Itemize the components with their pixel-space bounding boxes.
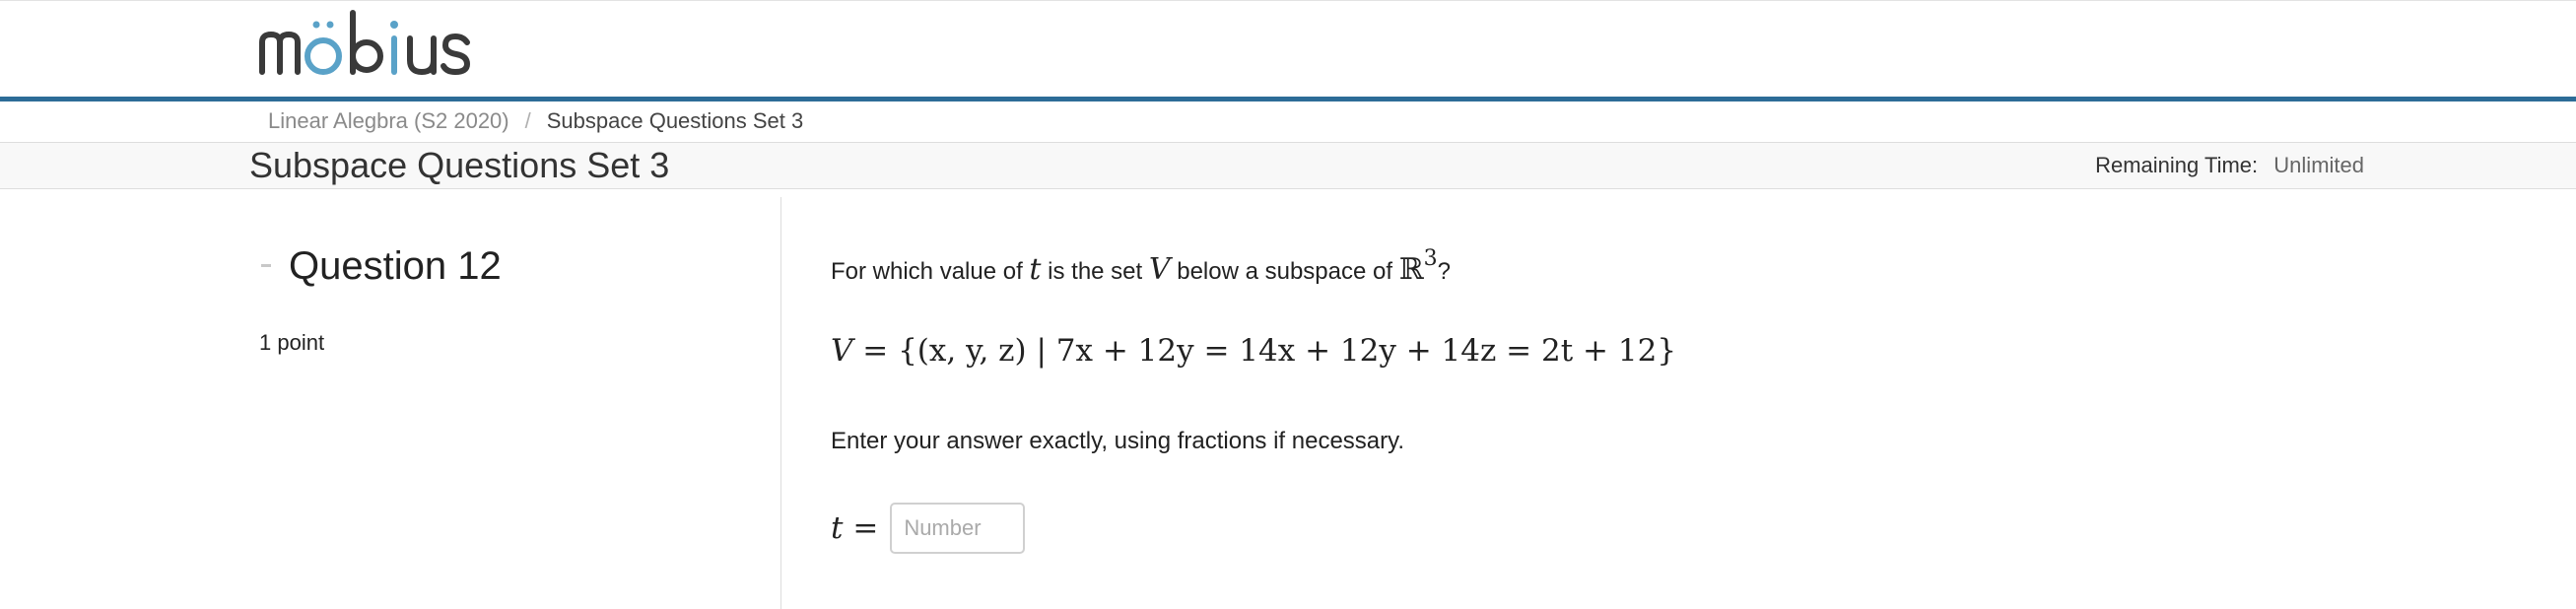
answer-instruction: Enter your answer exactly, using fractio…	[831, 428, 1405, 454]
breadcrumb-separator: /	[524, 108, 531, 133]
mobius-logo[interactable]	[258, 7, 495, 84]
breadcrumb-course-link[interactable]: Linear Alegbra (S2 2020)	[268, 108, 509, 134]
prompt-text-3: below a subspace of	[1170, 258, 1399, 285]
answer-number-input[interactable]	[890, 503, 1026, 554]
remaining-time-value: Unlimited	[2273, 153, 2364, 177]
answer-variable-label: t =	[831, 510, 878, 546]
prompt-var-t: t	[1029, 252, 1042, 287]
top-header	[0, 0, 2576, 102]
prompt-text-1: For which value of	[831, 258, 1030, 285]
answer-eq: =	[843, 510, 879, 546]
equation-lhs: V	[831, 333, 853, 369]
prompt-exponent: 3	[1423, 246, 1438, 271]
answer-row: t =	[831, 503, 1026, 554]
set-definition-equation: V = {(x, y, z) | 7x + 12y = 14x + 12y + …	[831, 333, 1676, 369]
prompt-real-space: ℝ	[1398, 252, 1424, 287]
remaining-time-label: Remaining Time:	[2095, 153, 2259, 177]
remaining-time: Remaining Time: Unlimited	[2095, 143, 2364, 188]
question-title: Question 12	[289, 244, 502, 288]
prompt-text-4: ?	[1437, 258, 1451, 285]
page-title: Subspace Questions Set 3	[249, 145, 670, 185]
title-bar: Subspace Questions Set 3 Remaining Time:…	[0, 142, 2576, 189]
question-prompt: For which value of t is the set V below …	[831, 246, 1451, 287]
panel-divider	[780, 197, 781, 609]
prompt-var-V: V	[1148, 252, 1171, 287]
question-points: 1 point	[259, 330, 325, 355]
collapse-question-icon[interactable]	[261, 264, 271, 267]
breadcrumb-current: Subspace Questions Set 3	[546, 108, 804, 133]
mobius-logo-mark	[259, 10, 471, 76]
answer-var: t	[831, 510, 844, 546]
equation-rhs: = {(x, y, z) | 7x + 12y = 14x + 12y + 14…	[852, 333, 1677, 369]
breadcrumb: Linear Alegbra (S2 2020) / Subspace Ques…	[268, 101, 803, 142]
prompt-text-2: is the set	[1041, 258, 1149, 285]
